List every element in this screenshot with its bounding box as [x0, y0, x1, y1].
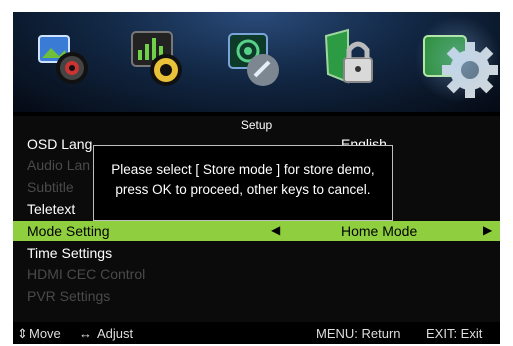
updown-arrows-icon: ⇕	[17, 326, 28, 341]
arrow-right-icon[interactable]: ▶	[483, 223, 492, 237]
menu-item-label: OSD Lang	[27, 136, 93, 152]
menu-title: Setup	[240, 118, 273, 132]
menu-item-label: Audio Lan	[27, 157, 91, 173]
top-menu-bar	[13, 12, 500, 112]
footer-move: Move	[29, 326, 61, 341]
leftright-arrows-icon: ↔	[79, 326, 92, 341]
selection-glow	[416, 14, 500, 104]
arrow-left-icon[interactable]: ◀	[271, 223, 280, 237]
setup-menu: Setup OSD Lang English Audio Lan Subtitl…	[13, 116, 500, 344]
menu-item-label: Subtitle	[27, 179, 74, 195]
menu-item-label: PVR Settings	[27, 288, 111, 304]
footer-exit: EXIT: Exit	[426, 326, 483, 341]
footer-menu-return: MENU: Return	[316, 326, 401, 341]
dialog-line-1: Please select [ Store mode ] for store d…	[111, 162, 375, 177]
sound-icon[interactable]	[126, 26, 190, 90]
footer-adjust: Adjust	[97, 326, 134, 341]
dialog-message: Please select [ Store mode ] for store d…	[94, 160, 392, 200]
picture-icon[interactable]	[33, 26, 97, 90]
store-mode-dialog: Please select [ Store mode ] for store d…	[93, 145, 393, 221]
menu-item-label: Mode Setting	[27, 223, 110, 239]
channel-icon[interactable]	[223, 26, 287, 90]
tv-screen: Setup OSD Lang English Audio Lan Subtitl…	[13, 12, 500, 344]
menu-item-label: HDMI CEC Control	[27, 266, 146, 282]
menu-item-pvr-settings: PVR Settings	[13, 286, 500, 306]
lock-icon[interactable]	[316, 26, 380, 90]
dialog-line-2: press OK to proceed, other keys to cance…	[115, 182, 371, 197]
setup-icon[interactable]	[416, 14, 500, 104]
menu-item-hdmi-cec: HDMI CEC Control	[13, 264, 500, 284]
menu-item-label: Teletext	[27, 201, 76, 217]
menu-item-label: Time Settings	[27, 245, 113, 261]
footer-hints: ⇕ Move ↔ Adjust MENU: Return EXIT: Exit	[13, 322, 500, 344]
menu-item-time-settings[interactable]: Time Settings	[13, 243, 500, 263]
menu-item-mode-setting[interactable]: Mode Setting ◀ Home Mode ▶	[13, 221, 500, 241]
menu-item-value: Home Mode	[341, 223, 418, 239]
